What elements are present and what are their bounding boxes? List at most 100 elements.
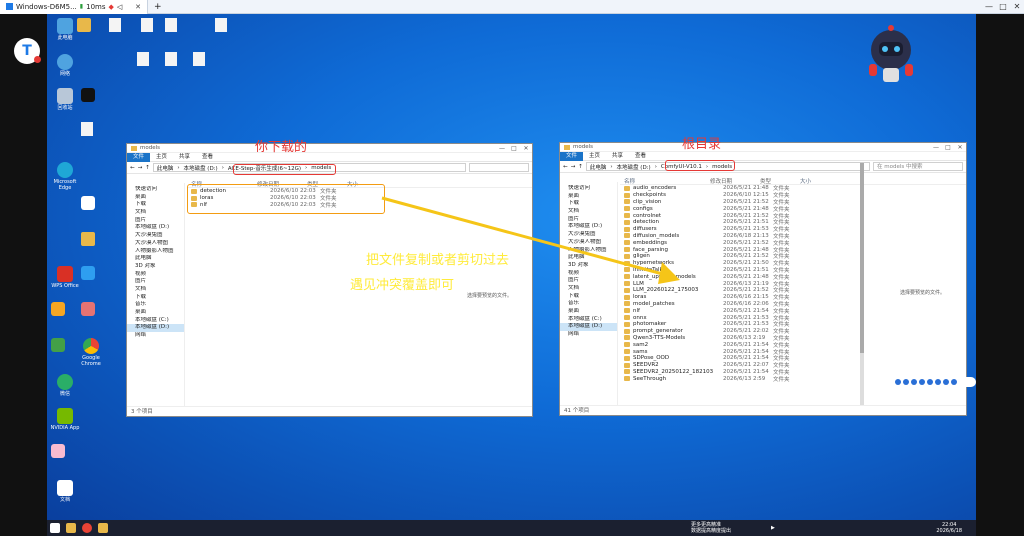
breadcrumb-item[interactable]: 本地磁盘 (D:) [184, 164, 218, 172]
nav-item[interactable]: 下载 [127, 201, 184, 209]
file-icon[interactable] [165, 18, 177, 32]
app-icon[interactable] [51, 302, 65, 316]
tab-home[interactable]: 主页 [583, 152, 606, 161]
toolbar-icon[interactable] [943, 379, 949, 385]
search-input[interactable]: 在 models 中搜索 [873, 162, 963, 171]
desktop-icon[interactable]: Google Chrome [75, 338, 107, 367]
start-icon[interactable] [50, 523, 60, 533]
scrollbar[interactable] [860, 163, 864, 405]
app-icon[interactable] [81, 266, 95, 280]
nav-item[interactable]: 本地磁盘 (D:) [127, 324, 184, 333]
tab-view[interactable]: 查看 [196, 153, 219, 162]
nav-item[interactable]: 音乐 [560, 300, 617, 308]
desktop-icon[interactable]: WPS Office [49, 266, 81, 289]
robot-mascot-icon[interactable] [855, 20, 925, 100]
desktop-icon[interactable]: 文档 [49, 480, 81, 503]
nav-item[interactable]: 文档 [127, 286, 184, 294]
breadcrumb-item[interactable]: 本地磁盘 (D:) [617, 163, 651, 171]
file-icon[interactable] [165, 52, 177, 66]
toolbar-icon[interactable] [911, 379, 917, 385]
nav-item[interactable]: 下载 [127, 294, 184, 302]
maximize-button[interactable]: □ [996, 1, 1010, 13]
new-tab-button[interactable]: + [148, 2, 168, 12]
folder-icon[interactable] [81, 232, 95, 246]
tab-file[interactable]: 文件 [127, 152, 151, 162]
nav-item[interactable]: 本地磁盘 (C:) [127, 317, 184, 325]
file-icon[interactable] [141, 18, 153, 32]
up-arrow-icon[interactable]: ↑ [578, 164, 583, 170]
taskbar-app-icon[interactable] [66, 523, 76, 533]
file-icon[interactable] [215, 18, 227, 32]
forward-arrow-icon[interactable]: → [138, 165, 143, 171]
app-icon[interactable] [81, 302, 95, 316]
nav-item[interactable]: 3D 对象 [127, 263, 184, 271]
explorer-icon[interactable] [98, 523, 108, 533]
nav-item[interactable]: 快速访问 [127, 186, 184, 194]
desktop-icon[interactable]: Microsoft Edge [49, 162, 81, 191]
tab-share[interactable]: 共享 [173, 153, 196, 162]
desktop-icon[interactable]: 回收站 [49, 88, 81, 111]
floating-toolbar[interactable] [892, 377, 976, 387]
nav-item[interactable]: 图片 [127, 278, 184, 286]
maximize-button[interactable]: □ [508, 145, 520, 152]
forward-arrow-icon[interactable]: → [571, 164, 576, 170]
desktop-icon[interactable]: NVIDIA App [49, 408, 81, 431]
toolbar-icon[interactable] [927, 379, 933, 385]
nav-item[interactable]: 网络 [560, 331, 617, 339]
nav-item[interactable]: 大沙漠兔图 [127, 232, 184, 240]
nav-item[interactable]: 图片 [127, 217, 184, 225]
nav-item[interactable]: 视频 [127, 271, 184, 279]
header-name[interactable]: 名称 [620, 177, 710, 184]
nav-item[interactable]: 大沙漠人物图 [127, 240, 184, 248]
play-icon[interactable]: ▶ [771, 525, 775, 531]
header-type[interactable]: 类型 [760, 177, 800, 185]
avatar-icon[interactable] [51, 444, 65, 458]
clock[interactable]: 22:04 2026/6/18 [936, 522, 962, 534]
tab-share[interactable]: 共享 [606, 152, 629, 161]
nav-item[interactable]: 网络 [127, 332, 184, 340]
toolbar-icon[interactable] [935, 379, 941, 385]
file-icon[interactable] [109, 18, 121, 32]
nav-item[interactable]: 本地磁盘 (C:) [560, 316, 617, 324]
toolbar-icon[interactable] [951, 379, 957, 385]
nav-item[interactable]: 人物摄影人物图 [127, 248, 184, 256]
app-icon[interactable] [51, 338, 65, 352]
tab-file[interactable]: 文件 [560, 151, 584, 161]
nav-item[interactable]: 本地磁盘 (D:) [127, 224, 184, 232]
close-tab-icon[interactable]: ✕ [135, 3, 141, 11]
nav-item[interactable]: 音乐 [127, 301, 184, 309]
up-arrow-icon[interactable]: ↑ [145, 165, 150, 171]
minimize-button[interactable]: — [930, 144, 942, 151]
nav-item[interactable]: 本地磁盘 (D:) [560, 323, 617, 332]
nav-item[interactable]: 桌面 [127, 194, 184, 202]
app-logo-icon[interactable]: T [14, 38, 41, 64]
breadcrumb-item[interactable]: 此电脑 [590, 163, 607, 171]
chrome-icon[interactable] [82, 523, 92, 533]
tab-home[interactable]: 主页 [150, 153, 173, 162]
back-arrow-icon[interactable]: ← [563, 164, 568, 170]
desktop-icon[interactable]: 网络 [49, 54, 81, 77]
nav-item[interactable]: 下载 [560, 293, 617, 301]
file-icon[interactable] [193, 52, 205, 66]
file-icon[interactable] [137, 52, 149, 66]
back-arrow-icon[interactable]: ← [130, 165, 135, 171]
nav-item[interactable]: 桌面 [127, 309, 184, 317]
header-date[interactable]: 修改日期 [710, 177, 760, 185]
nav-item[interactable]: 文档 [127, 209, 184, 217]
toolbar-icon[interactable] [903, 379, 909, 385]
remote-tab[interactable]: Windows-D6M5... ▮ 10ms ◆ ◁ ✕ [0, 0, 148, 14]
header-size[interactable]: 大小 [800, 177, 811, 185]
toolbar-icon[interactable] [919, 379, 925, 385]
breadcrumb-item[interactable]: 此电脑 [157, 164, 174, 172]
minimize-button[interactable]: — [496, 145, 508, 152]
close-button[interactable]: ✕ [954, 144, 966, 151]
tiktok-icon[interactable] [81, 88, 95, 102]
maximize-button[interactable]: □ [942, 144, 954, 151]
tab-view[interactable]: 查看 [629, 152, 652, 161]
nav-item[interactable]: 桌面 [560, 308, 617, 316]
qq-icon[interactable] [81, 196, 95, 210]
folder-icon[interactable] [77, 18, 91, 32]
file-icon[interactable] [81, 122, 93, 136]
nav-item[interactable]: 此电脑 [127, 255, 184, 263]
scrollbar-thumb[interactable] [860, 163, 864, 353]
